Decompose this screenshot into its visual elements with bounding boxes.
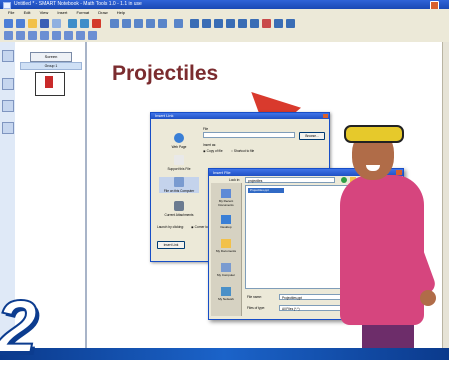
forward-icon[interactable] [16,19,25,28]
file-path-input[interactable] [203,132,295,138]
tool-g-icon[interactable] [76,31,85,40]
select-icon[interactable] [174,19,183,28]
table-icon[interactable] [158,19,167,28]
menu-edit[interactable]: Edit [24,9,31,17]
properties-icon[interactable] [286,19,295,28]
back-icon[interactable] [4,19,13,28]
insert-as-label: Insert as: [203,143,217,147]
option-file-on-computer[interactable]: File on this Computer [159,177,199,193]
menu-format[interactable]: Format [76,9,89,17]
places-bar: My Recent Documents Desktop My Documents… [211,183,242,316]
my-documents-icon [221,239,231,248]
full-screen-icon[interactable] [122,19,131,28]
tool-e-icon[interactable] [52,31,61,40]
paste-icon[interactable] [52,19,61,28]
desktop-icon [221,215,231,224]
girl-jacket [340,175,424,325]
menu-help[interactable]: Help [117,9,125,17]
shape-icon[interactable] [238,19,247,28]
place-desktop[interactable]: Desktop [213,215,239,229]
file-type-label: Files of type: [247,306,266,310]
save-icon[interactable] [40,19,49,28]
place-recent-documents[interactable]: My Recent Documents [213,189,239,207]
menu-file[interactable]: File [8,9,14,17]
my-computer-icon [221,263,231,272]
pen-icon[interactable] [190,19,199,28]
globe-icon [174,133,184,143]
menu-bar: File Edit View Insert Format Draw Help [0,9,449,17]
insert-link-button[interactable]: Insert Link [157,241,185,249]
attachments-tab-icon[interactable] [2,100,14,112]
undo-icon[interactable] [68,19,77,28]
window-title: Untitled * - SMART Notebook - Math Tools… [14,1,142,7]
tool-b-icon[interactable] [16,31,25,40]
look-in-select[interactable]: projectiles [245,177,335,183]
close-icon[interactable] [323,114,328,118]
page-sorter-tab-icon[interactable] [2,50,14,62]
dual-page-icon[interactable] [134,19,143,28]
computer-icon [174,177,184,187]
bottom-band [0,348,449,360]
step-number: 2 [0,285,38,368]
paperclip-icon [174,201,184,211]
thumbnail-figure [45,76,53,88]
file-label: File [203,127,209,131]
menu-draw[interactable]: Draw [98,9,107,17]
delete-icon[interactable] [92,19,101,28]
eraser-icon[interactable] [250,19,259,28]
place-my-network[interactable]: My Network [213,287,239,301]
window-titlebar: Untitled * - SMART Notebook - Math Tools… [0,0,449,9]
menu-insert[interactable]: Insert [57,9,67,17]
line-icon[interactable] [226,19,235,28]
properties-tab-icon[interactable] [2,122,14,134]
option-current-attachments[interactable]: Current Attachments [159,201,199,217]
fill-icon[interactable] [262,19,271,28]
tool-c-icon[interactable] [28,31,37,40]
document-icon [174,155,184,165]
group-label[interactable]: Group 1 [20,62,82,70]
sorter-screen-button[interactable]: Screen [30,52,72,62]
tool-a-icon[interactable] [4,31,13,40]
browse-button[interactable]: Browse... [299,132,325,140]
tool-d-icon[interactable] [40,31,49,40]
magic-pen-icon[interactable] [214,19,223,28]
screen-shade-icon[interactable] [110,19,119,28]
copy-of-file-radio[interactable]: ◉ Copy of file [203,149,223,153]
ski-goggles [344,125,404,143]
main-toolbar [0,17,449,31]
place-my-computer[interactable]: My Computer [213,263,239,277]
girl-hand [420,290,436,306]
my-network-icon [221,287,231,296]
menu-view[interactable]: View [40,9,49,17]
launch-by-label: Launch by clicking: [157,225,184,229]
page-title[interactable]: Projectiles [112,62,218,86]
open-folder-icon[interactable] [28,19,37,28]
recent-documents-icon [221,189,231,198]
vertical-scrollbar[interactable] [442,42,449,348]
redo-icon[interactable] [80,19,89,28]
file-item[interactable]: Projectiles.ppt [248,188,284,193]
tool-f-icon[interactable] [64,31,73,40]
creative-pen-icon[interactable] [202,19,211,28]
notebook-app-icon [3,2,11,9]
back-icon[interactable] [341,177,347,183]
capture-icon[interactable] [146,19,155,28]
option-web-page[interactable]: Web Page [159,133,199,149]
file-name-label: File name: [247,295,262,299]
place-my-documents[interactable]: My Documents [213,239,239,253]
insert-link-dialog-title: Insert Link [151,113,329,119]
text-icon[interactable] [274,19,283,28]
gallery-tab-icon[interactable] [2,78,14,90]
shortcut-to-file-radio[interactable]: ○ Shortcut to file [231,149,254,153]
look-in-label: Look in: [229,178,241,182]
option-support-file[interactable]: Support this File [159,155,199,171]
tool-h-icon[interactable] [88,31,97,40]
